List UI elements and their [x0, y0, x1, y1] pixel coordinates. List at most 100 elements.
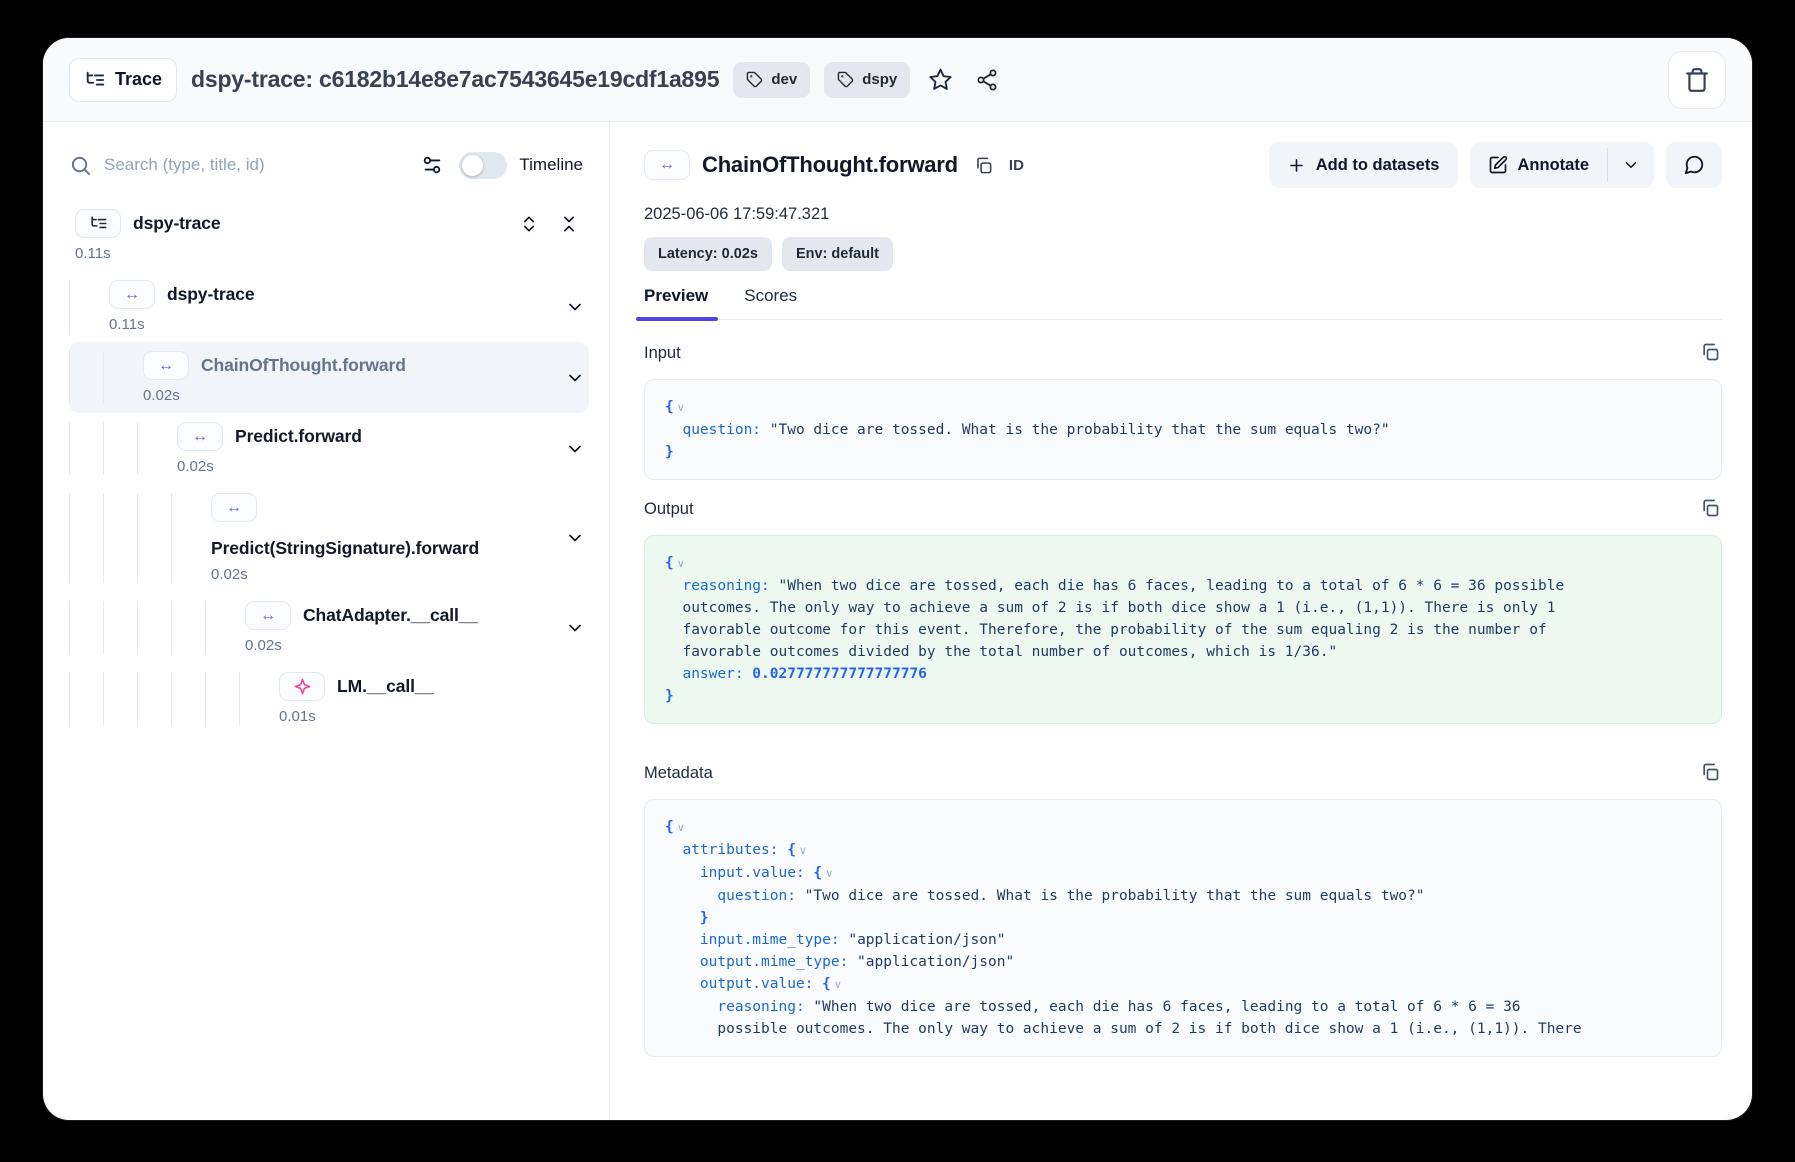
collapse-caret[interactable]: ∨	[674, 822, 685, 834]
chevron-down-icon	[565, 528, 585, 548]
tree-row-label: LM.__call__	[337, 676, 434, 697]
annotate-button[interactable]: Annotate	[1470, 142, 1608, 188]
span-icon: ↔	[260, 608, 276, 624]
copy-output-button[interactable]	[1698, 496, 1722, 523]
span-tree: dspy-trace0.11s↔dspy-trace0.11s↔ChainOfT…	[43, 200, 609, 1120]
titlebar: Trace dspy-trace: c6182b14e8e7ac7543645e…	[43, 38, 1752, 122]
span-detail-panel: ↔ ChainOfThought.forward ID Add to datas…	[610, 122, 1752, 1120]
tree-expand-controls	[515, 210, 583, 238]
unfold-vertical-icon	[519, 214, 539, 234]
tree-row-label: dspy-trace	[133, 213, 221, 234]
tree-row-duration: 0.11s	[75, 245, 585, 262]
timeline-toggle[interactable]	[459, 152, 507, 179]
indent-guide	[103, 672, 137, 725]
tree-row-chatadapter-call-[interactable]: ↔ChatAdapter.__call__0.02s	[69, 592, 589, 663]
share-button[interactable]	[971, 64, 1003, 96]
copy-metadata-button[interactable]	[1698, 760, 1722, 787]
json-line: reasoning: "When two dice are tossed, ea…	[665, 575, 1701, 597]
span-icon: ↔	[124, 287, 140, 303]
copy-input-button[interactable]	[1698, 340, 1722, 367]
tree-row-collapse-button[interactable]	[551, 351, 585, 404]
collapse-caret[interactable]: ∨	[831, 979, 842, 991]
search-input[interactable]	[104, 155, 405, 175]
tree-row-collapse-button[interactable]	[551, 422, 585, 475]
tree-row-lm-call-[interactable]: LM.__call__ 0.01s	[69, 663, 589, 734]
comment-bubble-icon	[1683, 154, 1705, 176]
tree-row-label: Predict.forward	[235, 426, 362, 447]
add-to-datasets-button[interactable]: Add to datasets	[1269, 142, 1458, 188]
tag-icon	[746, 71, 763, 88]
tag-label: dspy	[862, 71, 897, 88]
chevron-down-icon	[1622, 156, 1640, 174]
star-button[interactable]	[924, 63, 957, 96]
indent-guide	[69, 280, 103, 333]
trace-window: Trace dspy-trace: c6182b14e8e7ac7543645e…	[43, 38, 1752, 1120]
list-tree-icon	[89, 214, 108, 233]
search-icon	[69, 154, 92, 177]
indent-guide	[103, 601, 137, 654]
tree-row-label: ChatAdapter.__call__	[303, 605, 478, 626]
indent-guide	[69, 351, 103, 404]
page-title: dspy-trace: c6182b14e8e7ac7543645e19cdf1…	[191, 66, 719, 93]
tag-dspy[interactable]: dspy	[824, 62, 910, 98]
collapse-caret[interactable]: ∨	[822, 868, 833, 880]
indent-guide	[137, 601, 171, 654]
json-line: attributes: { ∨	[665, 839, 1701, 862]
collapse-caret[interactable]: ∨	[674, 558, 685, 570]
tree-row-duration: 0.11s	[109, 316, 551, 333]
tab-scores[interactable]: Scores	[744, 286, 797, 319]
tree-row-collapse-button[interactable]	[551, 601, 585, 654]
tree-row-predict-stringsignature-forward[interactable]: ↔Predict(StringSignature).forward0.02s	[69, 484, 589, 592]
annotate-split-button: Annotate	[1470, 142, 1655, 188]
json-line: { ∨	[665, 816, 1701, 839]
indent-guide	[171, 493, 205, 583]
json-line: favorable outcome for this event. Theref…	[665, 619, 1701, 641]
span-badge: ↔	[143, 351, 189, 380]
json-line: { ∨	[665, 552, 1701, 575]
copy-id-button[interactable]	[970, 152, 997, 179]
star-icon	[928, 67, 953, 92]
delete-trace-button[interactable]	[1668, 51, 1726, 109]
id-label: ID	[1009, 157, 1024, 174]
trace-type-label: Trace	[115, 69, 162, 90]
span-icon: ↔	[158, 358, 174, 374]
section-input: Input { ∨ question: "Two dice are tossed.…	[644, 340, 1722, 480]
section-metadata: Metadata{ ∨ attributes: { ∨ input.value:…	[644, 760, 1722, 1057]
json-line: answer: 0.027777777777777776	[665, 663, 1701, 685]
trace-badge	[75, 209, 121, 238]
annotate-dropdown-button[interactable]	[1608, 142, 1654, 188]
tree-row-collapse-button[interactable]	[551, 280, 585, 333]
tab-preview[interactable]: Preview	[644, 286, 708, 319]
tree-row-dspy-trace[interactable]: dspy-trace 0.11s	[69, 200, 589, 271]
generation-icon	[293, 677, 312, 696]
chevron-down-icon	[565, 368, 585, 388]
expand-all-button[interactable]	[515, 210, 543, 238]
indent-guide	[103, 351, 137, 404]
copy-icon	[974, 156, 993, 175]
tree-row-duration: 0.01s	[279, 708, 585, 725]
collapse-caret[interactable]: ∨	[796, 845, 807, 857]
tree-row-collapse-button[interactable]	[551, 493, 585, 583]
span-badge: ↔	[177, 422, 223, 451]
tree-row-predict-forward[interactable]: ↔Predict.forward0.02s	[69, 413, 589, 484]
json-line: output.mime_type: "application/json"	[665, 951, 1701, 973]
indent-guide	[171, 601, 205, 654]
copy-icon	[1700, 342, 1720, 362]
list-tree-icon	[84, 69, 106, 91]
input-json: { ∨ question: "Two dice are tossed. What…	[644, 379, 1722, 480]
section-title: Input	[644, 344, 681, 363]
json-line: input.value: { ∨	[665, 862, 1701, 885]
copy-icon	[1700, 498, 1720, 518]
collapse-caret[interactable]: ∨	[674, 402, 685, 414]
span-timestamp: 2025-06-06 17:59:47.321	[644, 205, 1722, 224]
comments-button[interactable]	[1666, 142, 1722, 188]
tree-row-dspy-trace[interactable]: ↔dspy-trace0.11s	[69, 271, 589, 342]
trace-sidebar: Timeline dspy-trace0.11s↔dspy-trace0.11s…	[43, 122, 610, 1120]
sidebar-search-row: Timeline	[43, 122, 609, 186]
search-settings-button[interactable]	[417, 150, 447, 180]
tree-row-label: Predict(StringSignature).forward	[211, 538, 551, 559]
tree-row-chainofthought-forward[interactable]: ↔ChainOfThought.forward0.02s	[69, 342, 589, 413]
collapse-all-button[interactable]	[555, 210, 583, 238]
tag-dev[interactable]: dev	[733, 62, 810, 98]
share-icon	[975, 68, 999, 92]
